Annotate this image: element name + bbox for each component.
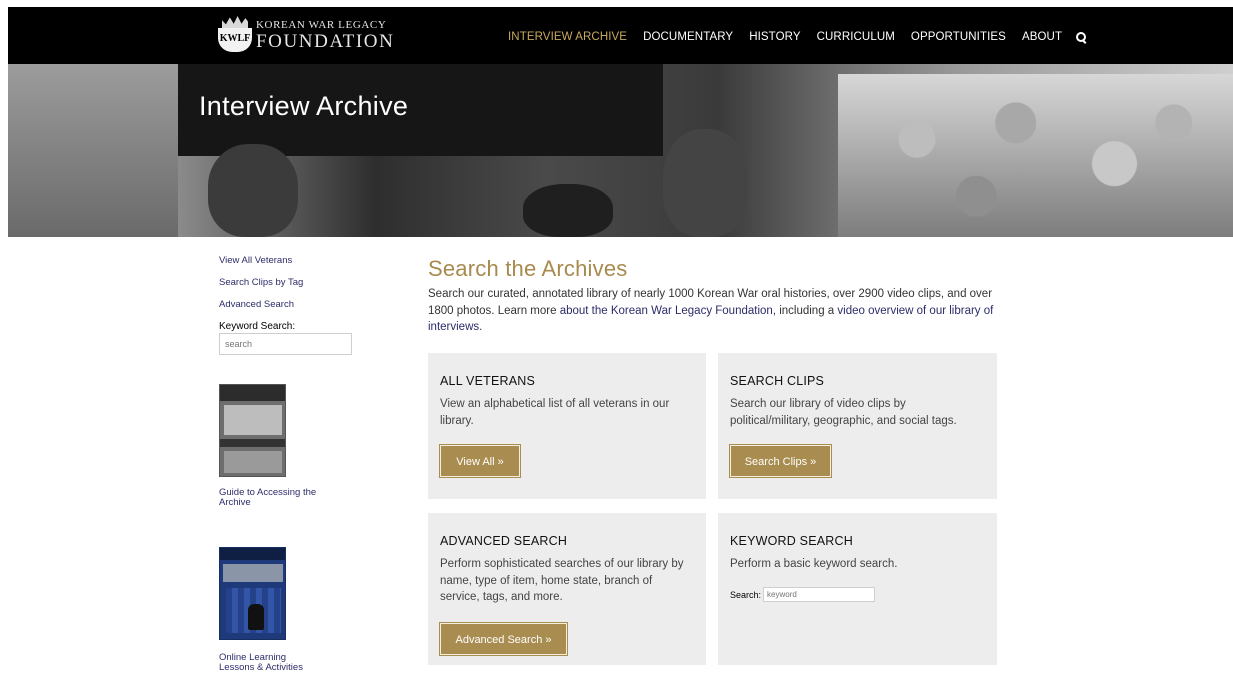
sidebar-link-advanced-search[interactable]: Advanced Search (219, 299, 359, 310)
keyword-search-label: Keyword Search: (219, 321, 296, 332)
search-clips-button[interactable]: Search Clips » (730, 445, 831, 477)
card-advanced-search: ADVANCED SEARCH Perform sophisticated se… (428, 513, 706, 665)
logo-badge-icon: KWLF (218, 16, 252, 54)
nav-history[interactable]: HISTORY (749, 31, 800, 43)
sidebar-link-view-all-veterans[interactable]: View All Veterans (219, 255, 359, 266)
section-title: Search the Archives (428, 256, 628, 281)
keyword-search-row: Search: (730, 587, 876, 602)
sidebar-link-search-clips[interactable]: Search Clips by Tag (219, 277, 359, 288)
keyword-search-label: Search: (730, 589, 762, 600)
browser-page: KWLF KOREAN WAR LEGACY FOUNDATION INTERV… (8, 7, 1233, 673)
nav-opportunities[interactable]: OPPORTUNITIES (911, 31, 1006, 43)
main-nav: INTERVIEW ARCHIVE DOCUMENTARY HISTORY CU… (508, 31, 1087, 43)
card-all-veterans: ALL VETERANS View an alphabetical list o… (428, 353, 706, 499)
page-title: Interview Archive (199, 91, 409, 121)
card-text: View an alphabetical list of all veteran… (440, 398, 670, 427)
nav-documentary[interactable]: DOCUMENTARY (643, 31, 733, 43)
view-all-button[interactable]: View All » (440, 445, 520, 477)
card-search-clips: SEARCH CLIPS Search our library of video… (718, 353, 997, 499)
card-title: ALL VETERANS (440, 374, 536, 388)
card-text: Perform a basic keyword search. (730, 558, 898, 570)
online-learning-link[interactable]: Online Learning Lessons & Activities (219, 653, 319, 673)
card-text: Search our library of video clips by pol… (730, 398, 957, 427)
nav-curriculum[interactable]: CURRICULUM (817, 31, 895, 43)
card-title: KEYWORD SEARCH (730, 534, 853, 548)
card-title: ADVANCED SEARCH (440, 534, 568, 548)
advanced-search-button[interactable]: Advanced Search » (440, 623, 567, 655)
card-keyword-search: KEYWORD SEARCH Perform a basic keyword s… (718, 513, 997, 665)
online-learning-thumbnail[interactable] (219, 547, 286, 640)
search-icon[interactable] (1076, 32, 1087, 42)
site-header: KWLF KOREAN WAR LEGACY FOUNDATION INTERV… (8, 7, 1233, 64)
nav-about[interactable]: ABOUT (1022, 31, 1062, 43)
sidebar-search-input[interactable] (219, 333, 352, 355)
intro-paragraph: Search our curated, annotated library of… (428, 288, 994, 333)
guide-thumbnail[interactable] (219, 384, 286, 477)
logo-text: KOREAN WAR LEGACY FOUNDATION (256, 18, 395, 52)
sidebar: View All Veterans Search Clips by Tag Ad… (219, 255, 359, 355)
site-logo[interactable]: KWLF KOREAN WAR LEGACY FOUNDATION (218, 15, 394, 55)
about-foundation-link[interactable]: about the Korean War Legacy Foundation (560, 305, 773, 317)
card-title: SEARCH CLIPS (730, 374, 825, 388)
card-text: Perform sophisticated searches of our li… (440, 558, 684, 603)
keyword-search-input[interactable] (763, 587, 876, 602)
nav-interview-archive[interactable]: INTERVIEW ARCHIVE (508, 31, 627, 43)
guide-link[interactable]: Guide to Accessing the Archive (219, 488, 319, 508)
hero-banner: Interview Archive (8, 64, 1233, 237)
